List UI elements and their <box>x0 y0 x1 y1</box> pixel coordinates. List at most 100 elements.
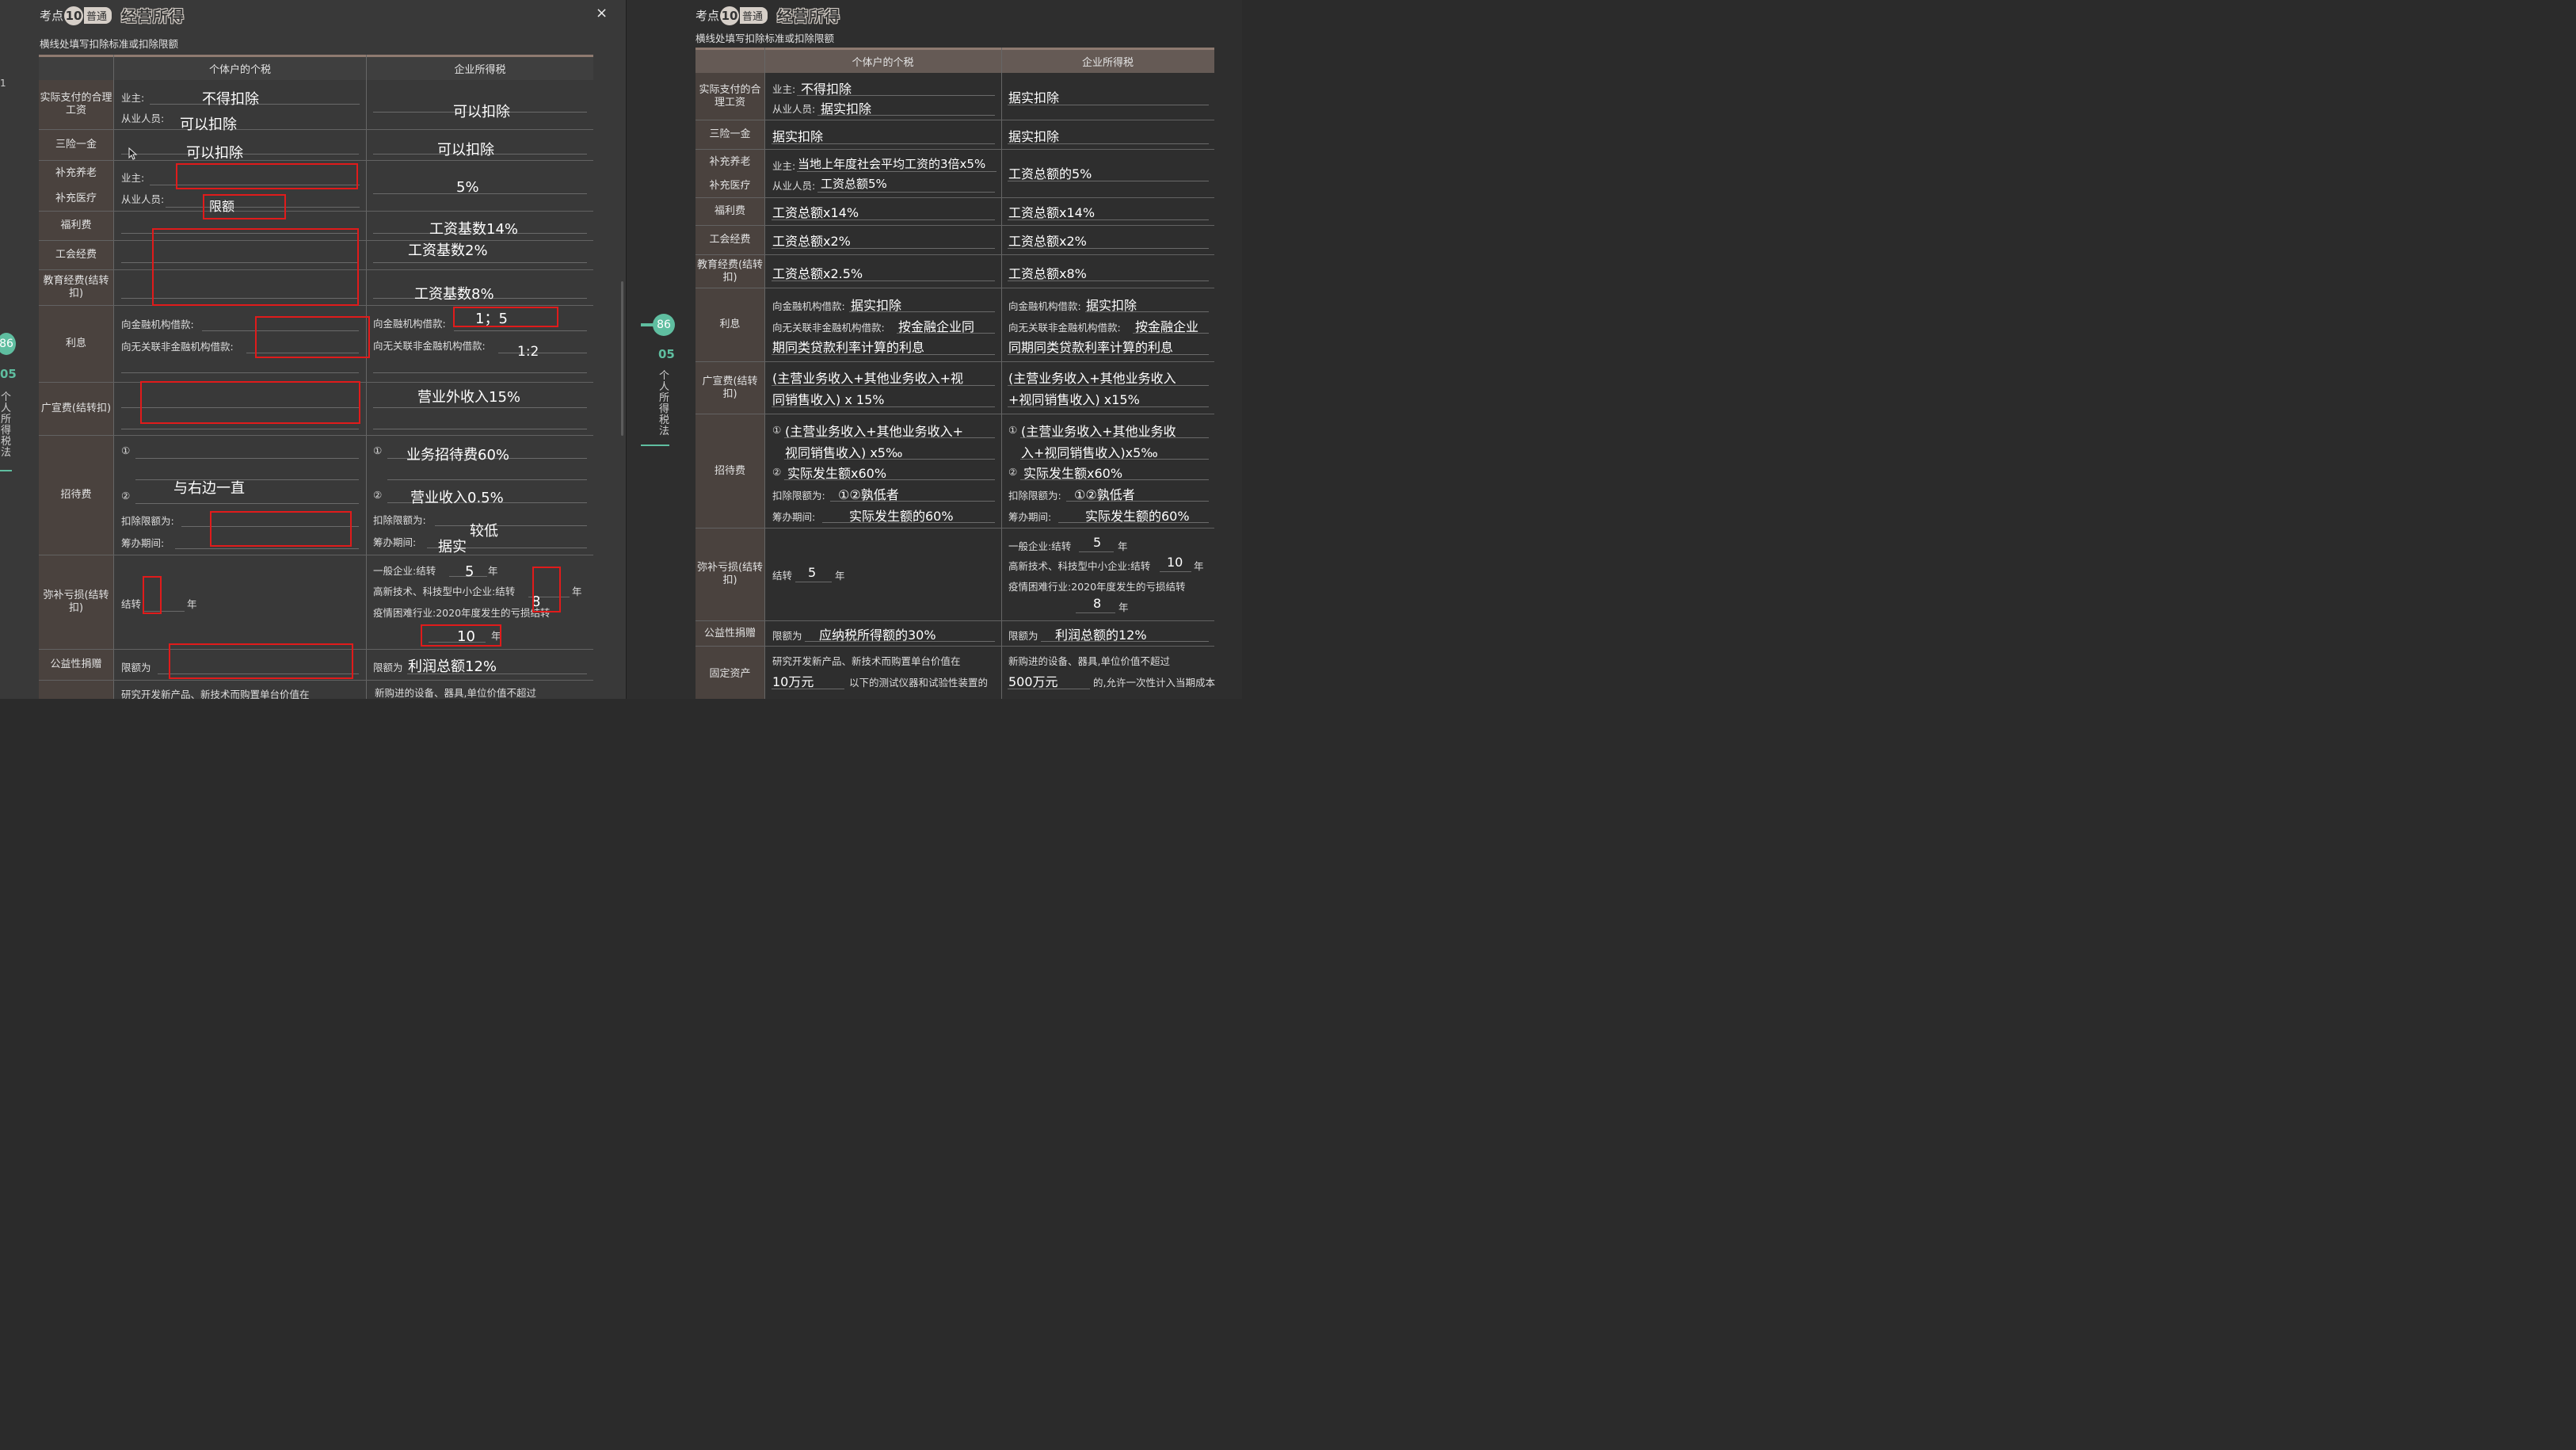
fill-line <box>797 171 996 172</box>
note-edu-corp: 工资总额x8% <box>1008 266 1087 281</box>
instruction-text: 横线处填写扣除标准或扣除限额 <box>695 32 835 44</box>
carry-label: 结转 <box>772 570 793 582</box>
row-education: 教育经费(结转扣) 工资总额x2.5% 工资总额x8% <box>695 255 1214 288</box>
note-nonfin-corp-2: 同期同类贷款利率计算的利息 <box>1008 340 1174 355</box>
col-personal-header: 个体户的个税 <box>852 57 914 69</box>
row-union: 工会经费 工资总额x2% 工资总额x2% <box>695 226 1214 255</box>
note-pension-staff: 工资总额5% <box>821 177 887 191</box>
fill-line <box>772 219 995 220</box>
asset-corp-tail: 的,允许一次性计入当期成本 <box>1093 677 1215 689</box>
note-insurance-corp: 据实扣除 <box>1008 129 1060 144</box>
limit-label: 限额为 <box>121 662 151 673</box>
fill-line <box>784 459 995 460</box>
section-title: 经营所得 <box>777 8 841 25</box>
fill-line <box>1160 571 1191 572</box>
annotation-box <box>176 163 358 189</box>
fill-line <box>121 372 359 373</box>
close-icon[interactable]: × <box>596 5 608 21</box>
right-page: 考点 10 普通 经营所得 横线处填写扣除标准或扣除限额 86 05 个人所得税… <box>627 0 1242 699</box>
note-union-corp: 工资基数2% <box>408 242 488 259</box>
annotation-box <box>255 316 370 358</box>
note-pension-corp: 工资总额的5% <box>1008 166 1092 181</box>
note-ad-corp-2: +视同销售收入) x15% <box>1008 392 1140 407</box>
row-wage: 实际支付的合理工资 业主: 不得扣除 从业人员: 据实扣除 据实扣除 <box>695 73 1214 120</box>
fill-line <box>784 479 995 480</box>
row-interest: 利息 向金融机构借款: 据实扣除 向无关联非金融机构借款: 按金融企业同 期同类… <box>695 288 1214 362</box>
note-pension-corp: 5% <box>456 179 479 196</box>
note-loss-hitech: 10 <box>1167 555 1183 570</box>
fill-line <box>772 280 995 281</box>
nonfin-loan-label: 向无关联非金融机构借款: <box>772 322 885 334</box>
fin-loan-label: 向金融机构借款: <box>772 300 845 312</box>
prep-period-label: 筹办期间: <box>772 511 816 523</box>
fill-line <box>373 193 587 194</box>
section-header: 考点 10 普通 经营所得 <box>40 5 185 26</box>
fill-line <box>435 525 587 526</box>
row-insurance: 三险一金 据实扣除 据实扣除 <box>695 120 1214 150</box>
staff-label: 从业人员: <box>772 180 816 192</box>
level-tag: 普通 <box>84 7 112 24</box>
fill-line <box>175 548 359 549</box>
cat-insurance: 三险一金 <box>695 120 764 149</box>
table-header-row: 个体户的个税 企业所得税 <box>39 55 593 80</box>
note-wage-corp: 可以扣除 <box>453 104 510 120</box>
deduct-limit-label: 扣除限额为: <box>772 490 825 502</box>
note-pension-owner: 当地上年度社会平均工资的3倍x5% <box>798 157 986 171</box>
annotation-box <box>421 624 501 647</box>
instruction-text: 横线处填写扣除标准或扣除限额 <box>40 38 179 50</box>
fill-line <box>772 354 995 355</box>
table-header-row: 个体户的个税 企业所得税 <box>695 48 1214 73</box>
note-donation-corp: 利润总额12% <box>408 658 497 675</box>
cat-union: 工会经费 <box>39 241 113 269</box>
col-corp-header: 企业所得税 <box>1081 57 1134 69</box>
note-interest-ratio2: 1:2 <box>517 344 539 360</box>
circle-1-label: ① <box>1008 424 1018 436</box>
scrollbar-thumb[interactable] <box>621 281 623 436</box>
fill-line <box>897 333 995 334</box>
fill-line <box>1008 143 1209 144</box>
cat-interest: 利息 <box>39 306 113 382</box>
level-tag: 普通 <box>740 7 768 24</box>
note-entertain-1: 业务招待费60% <box>406 447 510 464</box>
equip-text: 新购进的设备、器具,单位价值不超过 <box>375 687 536 699</box>
cat-donation: 公益性捐赠 <box>695 621 764 646</box>
note-entertain-limit: 较低 <box>470 523 498 540</box>
covid-label: 疫情困难行业:2020年度发生的亏损结转 <box>373 607 551 619</box>
cat-insurance: 三险一金 <box>39 130 113 160</box>
fill-line <box>772 385 995 386</box>
annotation-box <box>143 576 162 614</box>
year-label: 年 <box>1194 560 1204 572</box>
prep-period-label: 筹办期间: <box>121 537 165 549</box>
nonfin-loan-label: 向无关联非金融机构借款: <box>121 341 234 353</box>
note-welfare-corp: 工资总额x14% <box>1008 205 1096 220</box>
general-ent-label: 一般企业:结转 <box>1008 540 1072 552</box>
owner-label: 业主: <box>121 92 145 104</box>
note-welfare-corp: 工资基数14% <box>429 221 519 238</box>
col-corp-header: 企业所得税 <box>454 64 506 76</box>
deduct-limit-label: 扣除限额为: <box>1008 490 1061 502</box>
fill-line <box>1066 501 1209 502</box>
fill-line <box>135 479 359 480</box>
fill-line <box>1020 437 1209 438</box>
fill-line <box>135 503 359 504</box>
annotation-box <box>210 511 352 547</box>
fill-line <box>1041 641 1209 642</box>
kaodian-label: 考点 <box>40 9 64 23</box>
col-personal-header: 个体户的个税 <box>208 64 271 76</box>
fill-line <box>817 192 995 193</box>
left-page: 1 考点 10 普通 经营所得 横线处填写扣除标准或扣除限额 × 86 05 个… <box>0 0 626 699</box>
circle-2-label: ② <box>373 489 383 501</box>
cat-entertain: 招待费 <box>39 436 113 555</box>
year-label: 年 <box>1118 540 1128 552</box>
row-pension: 补充养老 <box>39 161 113 185</box>
fill-line <box>1008 219 1209 220</box>
annotation-box <box>203 194 286 219</box>
owner-label: 业主: <box>772 160 796 172</box>
chapter-underline <box>0 470 12 471</box>
circle-2-label: ② <box>121 490 131 502</box>
annotation-box <box>532 567 561 612</box>
fill-line <box>772 143 995 144</box>
year-label: 年 <box>187 598 197 610</box>
circle-1-label: ① <box>373 445 383 456</box>
cat-pension: 补充养老 <box>695 150 764 174</box>
